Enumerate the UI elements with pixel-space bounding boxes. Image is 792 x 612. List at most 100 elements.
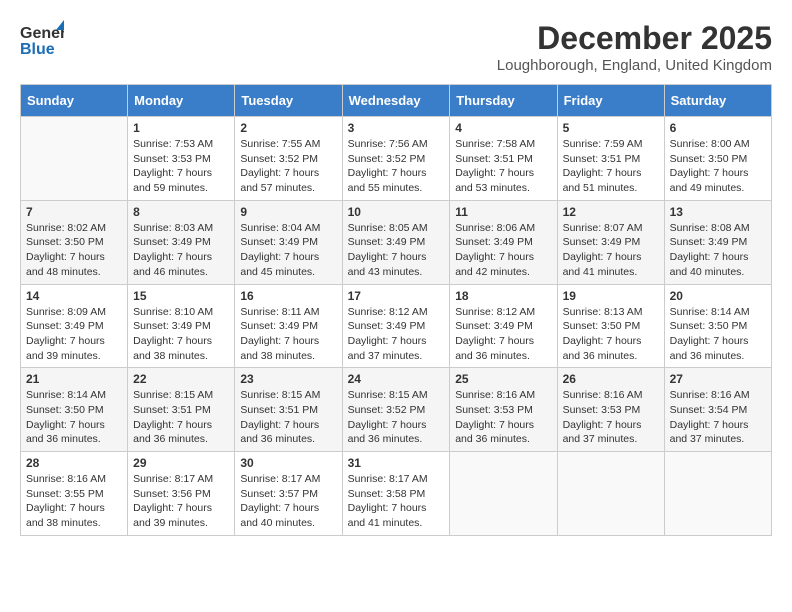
day-number: 30 bbox=[240, 456, 336, 470]
day-cell: 8 Sunrise: 8:03 AMSunset: 3:49 PMDaylight… bbox=[128, 200, 235, 284]
day-cell: 7 Sunrise: 8:02 AMSunset: 3:50 PMDaylight… bbox=[21, 200, 128, 284]
calendar-table: SundayMondayTuesdayWednesdayThursdayFrid… bbox=[20, 84, 772, 536]
page-header: General Blue December 2025 Loughborough,… bbox=[20, 20, 772, 74]
day-number: 24 bbox=[348, 372, 445, 386]
day-cell: 19 Sunrise: 8:13 AMSunset: 3:50 PMDayligh… bbox=[557, 284, 664, 368]
day-info: Sunrise: 8:12 AMSunset: 3:49 PMDaylight:… bbox=[348, 305, 445, 364]
day-cell: 9Sunrise: 8:04 AMSunset: 3:49 PMDaylight… bbox=[235, 200, 342, 284]
col-header-thursday: Thursday bbox=[450, 85, 557, 117]
day-cell: 26 Sunrise: 8:16 AMSunset: 3:53 PMDayligh… bbox=[557, 368, 664, 452]
day-cell bbox=[664, 452, 771, 536]
col-header-tuesday: Tuesday bbox=[235, 85, 342, 117]
day-number: 3 bbox=[348, 121, 445, 135]
day-number: 6 bbox=[670, 121, 766, 135]
week-row-2: 7 Sunrise: 8:02 AMSunset: 3:50 PMDaylight… bbox=[21, 200, 772, 284]
day-number: 11 bbox=[455, 205, 551, 219]
day-number: 1 bbox=[133, 121, 229, 135]
col-header-sunday: Sunday bbox=[21, 85, 128, 117]
svg-text:General: General bbox=[20, 25, 64, 42]
day-cell: 14 Sunrise: 8:09 AMSunset: 3:49 PMDayligh… bbox=[21, 284, 128, 368]
day-info: Sunrise: 8:07 AMSunset: 3:49 PMDaylight:… bbox=[563, 221, 659, 280]
day-info: Sunrise: 8:02 AMSunset: 3:50 PMDaylight:… bbox=[26, 221, 122, 280]
day-info: Sunrise: 7:58 AMSunset: 3:51 PMDaylight:… bbox=[455, 137, 551, 196]
col-header-friday: Friday bbox=[557, 85, 664, 117]
day-number: 2 bbox=[240, 121, 336, 135]
day-info: Sunrise: 8:15 AMSunset: 3:52 PMDaylight:… bbox=[348, 388, 445, 447]
day-number: 8 bbox=[133, 205, 229, 219]
day-info: Sunrise: 8:16 AMSunset: 3:53 PMDaylight:… bbox=[455, 388, 551, 447]
day-cell: 22 Sunrise: 8:15 AMSunset: 3:51 PMDayligh… bbox=[128, 368, 235, 452]
week-row-1: 1 Sunrise: 7:53 AMSunset: 3:53 PMDaylight… bbox=[21, 117, 772, 201]
day-info: Sunrise: 8:17 AMSunset: 3:58 PMDaylight:… bbox=[348, 472, 445, 531]
day-number: 14 bbox=[26, 289, 122, 303]
month-title: December 2025 bbox=[497, 20, 772, 57]
day-info: Sunrise: 8:14 AMSunset: 3:50 PMDaylight:… bbox=[670, 305, 766, 364]
day-cell: 27 Sunrise: 8:16 AMSunset: 3:54 PMDayligh… bbox=[664, 368, 771, 452]
day-number: 15 bbox=[133, 289, 229, 303]
calendar-body: 1 Sunrise: 7:53 AMSunset: 3:53 PMDaylight… bbox=[21, 117, 772, 536]
day-cell: 15Sunrise: 8:10 AMSunset: 3:49 PMDayligh… bbox=[128, 284, 235, 368]
day-number: 21 bbox=[26, 372, 122, 386]
day-cell: 21 Sunrise: 8:14 AMSunset: 3:50 PMDayligh… bbox=[21, 368, 128, 452]
day-info: Sunrise: 8:16 AMSunset: 3:55 PMDaylight:… bbox=[26, 472, 122, 531]
day-cell bbox=[21, 117, 128, 201]
day-number: 26 bbox=[563, 372, 659, 386]
day-cell: 30Sunrise: 8:17 AMSunset: 3:57 PMDayligh… bbox=[235, 452, 342, 536]
day-info: Sunrise: 8:17 AMSunset: 3:56 PMDaylight:… bbox=[133, 472, 229, 531]
day-cell: 18 Sunrise: 8:12 AMSunset: 3:49 PMDayligh… bbox=[450, 284, 557, 368]
day-number: 10 bbox=[348, 205, 445, 219]
day-cell: 11Sunrise: 8:06 AMSunset: 3:49 PMDayligh… bbox=[450, 200, 557, 284]
day-number: 16 bbox=[240, 289, 336, 303]
day-info: Sunrise: 7:55 AMSunset: 3:52 PMDaylight:… bbox=[240, 137, 336, 196]
day-info: Sunrise: 8:13 AMSunset: 3:50 PMDaylight:… bbox=[563, 305, 659, 364]
day-info: Sunrise: 8:03 AMSunset: 3:49 PMDaylight:… bbox=[133, 221, 229, 280]
day-cell: 25 Sunrise: 8:16 AMSunset: 3:53 PMDayligh… bbox=[450, 368, 557, 452]
day-cell: 20Sunrise: 8:14 AMSunset: 3:50 PMDayligh… bbox=[664, 284, 771, 368]
day-info: Sunrise: 8:14 AMSunset: 3:50 PMDaylight:… bbox=[26, 388, 122, 447]
day-cell: 2 Sunrise: 7:55 AMSunset: 3:52 PMDaylight… bbox=[235, 117, 342, 201]
day-number: 19 bbox=[563, 289, 659, 303]
day-cell: 13 Sunrise: 8:08 AMSunset: 3:49 PMDayligh… bbox=[664, 200, 771, 284]
day-info: Sunrise: 8:09 AMSunset: 3:49 PMDaylight:… bbox=[26, 305, 122, 364]
day-number: 22 bbox=[133, 372, 229, 386]
day-number: 27 bbox=[670, 372, 766, 386]
day-info: Sunrise: 8:08 AMSunset: 3:49 PMDaylight:… bbox=[670, 221, 766, 280]
day-info: Sunrise: 7:53 AMSunset: 3:53 PMDaylight:… bbox=[133, 137, 229, 196]
day-number: 12 bbox=[563, 205, 659, 219]
week-row-5: 28Sunrise: 8:16 AMSunset: 3:55 PMDayligh… bbox=[21, 452, 772, 536]
col-header-saturday: Saturday bbox=[664, 85, 771, 117]
week-row-4: 21 Sunrise: 8:14 AMSunset: 3:50 PMDayligh… bbox=[21, 368, 772, 452]
day-info: Sunrise: 8:00 AMSunset: 3:50 PMDaylight:… bbox=[670, 137, 766, 196]
day-number: 4 bbox=[455, 121, 551, 135]
day-cell: 24 Sunrise: 8:15 AMSunset: 3:52 PMDayligh… bbox=[342, 368, 450, 452]
day-info: Sunrise: 8:16 AMSunset: 3:53 PMDaylight:… bbox=[563, 388, 659, 447]
day-number: 7 bbox=[26, 205, 122, 219]
day-cell: 1 Sunrise: 7:53 AMSunset: 3:53 PMDaylight… bbox=[128, 117, 235, 201]
day-number: 29 bbox=[133, 456, 229, 470]
col-header-wednesday: Wednesday bbox=[342, 85, 450, 117]
col-header-monday: Monday bbox=[128, 85, 235, 117]
day-number: 5 bbox=[563, 121, 659, 135]
day-number: 31 bbox=[348, 456, 445, 470]
day-number: 13 bbox=[670, 205, 766, 219]
day-info: Sunrise: 8:12 AMSunset: 3:49 PMDaylight:… bbox=[455, 305, 551, 364]
day-cell: 28Sunrise: 8:16 AMSunset: 3:55 PMDayligh… bbox=[21, 452, 128, 536]
day-cell: 29 Sunrise: 8:17 AMSunset: 3:56 PMDayligh… bbox=[128, 452, 235, 536]
day-number: 18 bbox=[455, 289, 551, 303]
day-cell: 4 Sunrise: 7:58 AMSunset: 3:51 PMDaylight… bbox=[450, 117, 557, 201]
day-number: 23 bbox=[240, 372, 336, 386]
day-number: 9 bbox=[240, 205, 336, 219]
day-cell bbox=[450, 452, 557, 536]
day-cell: 16 Sunrise: 8:11 AMSunset: 3:49 PMDayligh… bbox=[235, 284, 342, 368]
day-info: Sunrise: 8:05 AMSunset: 3:49 PMDaylight:… bbox=[348, 221, 445, 280]
day-cell bbox=[557, 452, 664, 536]
day-info: Sunrise: 8:15 AMSunset: 3:51 PMDaylight:… bbox=[133, 388, 229, 447]
day-info: Sunrise: 8:11 AMSunset: 3:49 PMDaylight:… bbox=[240, 305, 336, 364]
title-block: December 2025 Loughborough, England, Uni… bbox=[497, 20, 772, 74]
logo: General Blue bbox=[20, 20, 64, 58]
day-info: Sunrise: 7:56 AMSunset: 3:52 PMDaylight:… bbox=[348, 137, 445, 196]
day-number: 25 bbox=[455, 372, 551, 386]
week-row-3: 14 Sunrise: 8:09 AMSunset: 3:49 PMDayligh… bbox=[21, 284, 772, 368]
day-cell: 6 Sunrise: 8:00 AMSunset: 3:50 PMDaylight… bbox=[664, 117, 771, 201]
day-info: Sunrise: 8:16 AMSunset: 3:54 PMDaylight:… bbox=[670, 388, 766, 447]
